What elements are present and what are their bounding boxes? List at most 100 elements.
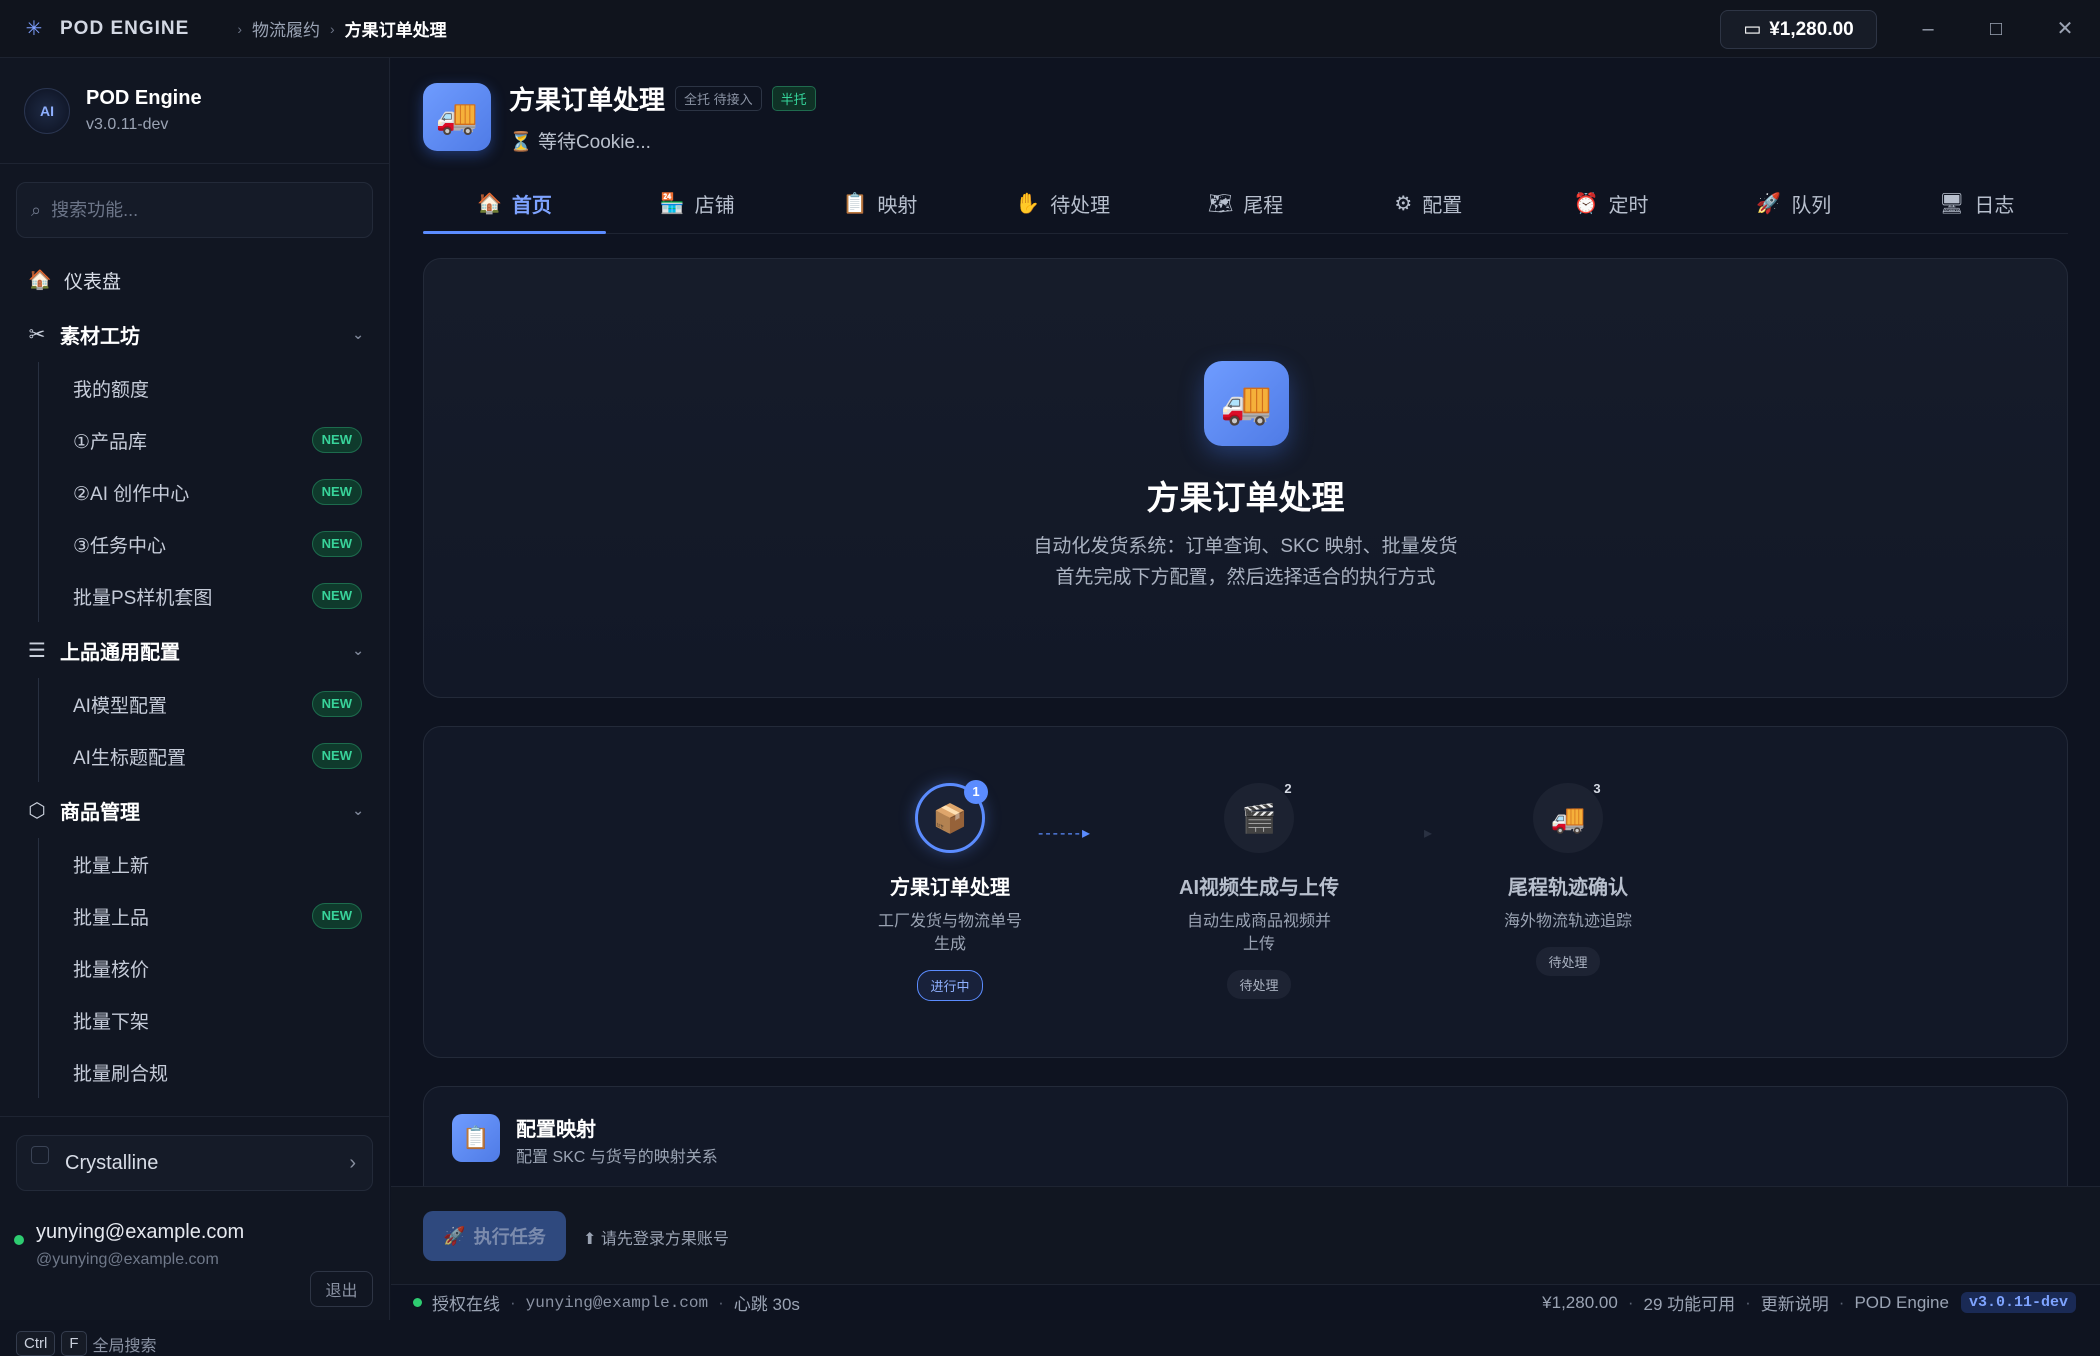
sidebar-item-batch-delist[interactable]: 批量下架 [0, 994, 390, 1046]
truck-icon: 🚚 [1550, 802, 1586, 834]
sidebar-item-batch-compliance[interactable]: 批量刷合规 [0, 1046, 390, 1098]
tab-shops[interactable]: 🏪 店铺 [606, 174, 789, 233]
status-bar: 授权在线 · yunying@example.com · 心跳 30s ¥1,2… [391, 1284, 2100, 1320]
chevron-down-icon: ⌄ [352, 801, 364, 818]
step-name: 方果订单处理 [890, 877, 1010, 899]
sidebar-item-ai-model-config[interactable]: AI模型配置 NEW [0, 678, 390, 730]
workspace-selector[interactable]: Crystalline › [16, 1135, 373, 1191]
separator: · [1627, 1292, 1634, 1312]
tab-pending[interactable]: ✋ 待处理 [971, 174, 1154, 233]
user-email: yunying@example.com [36, 1221, 245, 1243]
chevron-right-icon: › [329, 20, 335, 37]
new-badge: NEW [311, 583, 362, 609]
separator: · [510, 1292, 516, 1312]
chevron-right-icon: › [349, 1151, 356, 1174]
sidebar-item-label: 批量下架 [73, 1011, 150, 1033]
search-input[interactable] [51, 199, 342, 221]
sidebar-group-product-management[interactable]: ⬡ 商品管理 ⌄ [0, 782, 390, 838]
step-status-badge: 待处理 [1536, 947, 1600, 976]
sidebar-item-label: 我的额度 [73, 379, 150, 401]
run-task-label: 执行任务 [473, 1227, 546, 1247]
app-header: AI POD Engine v3.0.11-dev [0, 58, 389, 164]
tab-schedule[interactable]: ⏰ 定时 [1520, 174, 1703, 233]
sidebar-item-task-center[interactable]: ③任务中心 NEW [0, 518, 390, 570]
online-status-icon [413, 1298, 422, 1307]
tab-last-mile[interactable]: 🗺 尾程 [1154, 174, 1337, 233]
sidebar-item-ai-studio[interactable]: ②AI 创作中心 NEW [0, 466, 390, 518]
card-description: 配置 SKC 与货号的映射关系 [516, 1149, 718, 1166]
wallet-icon: ▭ [1743, 19, 1762, 40]
map-icon: 🗺 [1207, 193, 1234, 215]
sidebar-item-quota[interactable]: 我的额度 [0, 362, 390, 414]
hero-title: 方果订单处理 [1146, 479, 1345, 516]
sidebar-item-batch-ps[interactable]: 批量PS样机套图 NEW [0, 570, 390, 622]
user-handle: @yunying@example.com [36, 1251, 219, 1268]
minimize-icon[interactable]: – [1913, 14, 1943, 44]
home-icon: 🏠 [476, 193, 502, 215]
package-icon: 📦 [932, 802, 968, 834]
home-icon: 🏠 [28, 270, 52, 291]
card-title: 配置映射 [516, 1119, 596, 1141]
changelog-link[interactable]: 更新说明 [1761, 1290, 1829, 1315]
title-bar: ✳ POD ENGINE › 物流履约 › 方果订单处理 ▭ ¥1,280.00… [0, 0, 2100, 58]
tab-queue[interactable]: 🚀 队列 [1702, 174, 1885, 233]
close-icon[interactable]: ✕ [2050, 14, 2080, 44]
wallet-balance: ¥1,280.00 [1769, 18, 1854, 40]
mode-tag-half: 半托 [771, 86, 816, 111]
search-box[interactable]: ⌕ [16, 182, 373, 238]
sidebar-item-product-library[interactable]: ①产品库 NEW [0, 414, 390, 466]
tab-logs[interactable]: 🖥 日志 [1885, 174, 2068, 233]
step-1[interactable]: 📦 1 方果订单处理 工厂发货与物流单号 生成 进行中 [840, 780, 1060, 1001]
new-badge: NEW [311, 479, 362, 505]
step-3[interactable]: 🚚 3 尾程轨迹确认 海外物流轨迹追踪 待处理 [1458, 781, 1678, 976]
sidebar-group-listing-config[interactable]: ☰ 上品通用配置 ⌄ [0, 622, 390, 678]
sidebar-item-batch-list[interactable]: 批量上品 NEW [0, 890, 390, 942]
separator: · [1745, 1292, 1751, 1312]
sidebar-item-label: 批量上新 [73, 855, 150, 877]
sidebar-group-label: 素材工坊 [60, 325, 140, 348]
alarm-clock-icon: ⏰ [1573, 193, 1599, 215]
step-desc: 工厂发货与物流单号 [877, 913, 1022, 930]
tab-label: 待处理 [1050, 195, 1111, 217]
step-connector: ------▸ [1038, 825, 1092, 842]
sidebar-group-material[interactable]: ✂ 素材工坊 ⌄ [0, 306, 390, 362]
kbd-f: F [61, 1331, 87, 1356]
gear-icon: ⚙ [1394, 193, 1413, 215]
mode-tag-full: 全托 待接入 [675, 86, 762, 111]
sidebar-item-label: ②AI 创作中心 [73, 483, 190, 505]
logout-button[interactable]: 退出 [310, 1271, 373, 1307]
wallet-button[interactable]: ▭ ¥1,280.00 [1720, 10, 1877, 49]
run-task-button[interactable]: 🚀 执行任务 [423, 1211, 566, 1261]
new-badge: NEW [311, 531, 362, 557]
tab-mapping[interactable]: 📋 映射 [789, 174, 972, 233]
tab-home[interactable]: 🏠 首页 [423, 174, 606, 234]
step-desc: 上传 [1242, 936, 1275, 953]
tab-label: 映射 [877, 195, 918, 217]
sidebar-nav: 🏠 仪表盘 ✂ 素材工坊 ⌄ 我的额度 ①产品库 NEW ②AI 创作中心 NEW … [0, 254, 390, 1098]
sidebar-item-batch-price[interactable]: 批量核价 [0, 942, 390, 994]
step-number: 1 [964, 780, 988, 804]
separator: · [1838, 1292, 1845, 1312]
maximize-icon[interactable]: □ [1981, 14, 2011, 44]
workflow-steps: 📦 1 方果订单处理 工厂发货与物流单号 生成 进行中 ------▸ 🎬 2 AI视… [423, 726, 2068, 1058]
hero-desc-line: 首先完成下方配置，然后选择适合的执行方式 [1055, 567, 1436, 588]
box-icon: ⬡ [28, 799, 46, 822]
sidebar-item-ai-title-config[interactable]: AI生标题配置 NEW [0, 730, 390, 782]
sidebar-footer: Crystalline › yunying@example.com @yunyi… [0, 1116, 390, 1356]
step-number: 2 [1284, 781, 1292, 796]
breadcrumb-item[interactable]: 物流履约 [252, 16, 320, 41]
monitor-icon: 🖥 [1938, 193, 1965, 215]
sidebar-item-batch-new[interactable]: 批量上新 [0, 838, 390, 890]
hero-description: 自动化发货系统：订单查询、SKC 映射、批量发货 首先完成下方配置，然后选择适合… [424, 531, 2067, 593]
shortcut-label: 全局搜索 [92, 1337, 157, 1355]
step-2[interactable]: 🎬 2 AI视频生成与上传 自动生成商品视频并 上传 待处理 [1149, 781, 1369, 999]
sliders-icon: ☰ [28, 639, 46, 662]
tab-config[interactable]: ⚙ 配置 [1337, 174, 1520, 233]
new-badge: NEW [311, 691, 362, 717]
hourglass-icon: ⏳ [509, 132, 533, 153]
sidebar-item-dashboard[interactable]: 🏠 仪表盘 [0, 254, 390, 306]
sidebar-group-label: 商品管理 [60, 801, 140, 824]
step-desc: 海外物流轨迹追踪 [1503, 913, 1632, 930]
workspace-name: Crystalline [65, 1151, 159, 1174]
workspace-icon [31, 1146, 49, 1164]
